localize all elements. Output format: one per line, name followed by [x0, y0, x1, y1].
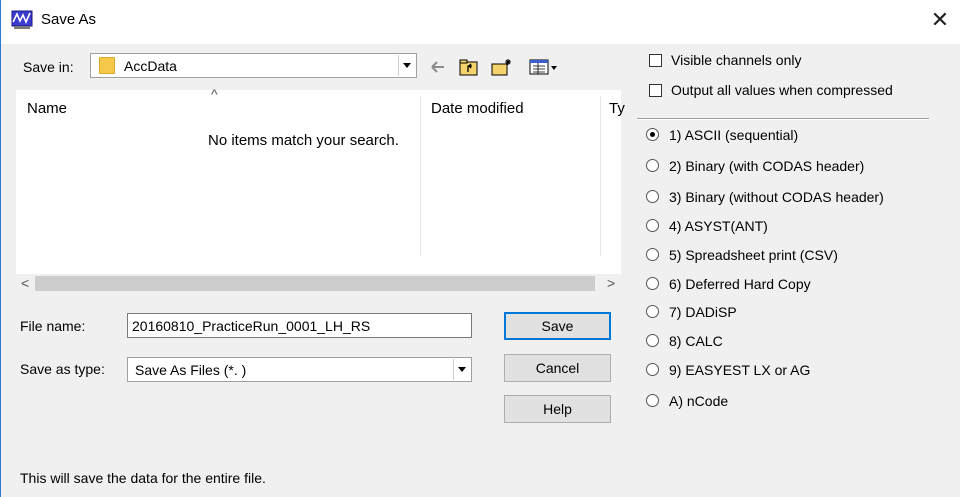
- visible-channels-label: Visible channels only: [671, 52, 802, 68]
- dropdown-arrow[interactable]: [398, 55, 415, 76]
- horizontal-scrollbar[interactable]: < >: [16, 274, 621, 293]
- help-button[interactable]: Help: [504, 395, 611, 423]
- save-button[interactable]: Save: [504, 312, 611, 340]
- chevron-down-icon: [458, 367, 466, 372]
- file-list[interactable]: Name ^ Date modified Ty No items match y…: [16, 86, 625, 293]
- save-in-label: Save in:: [23, 59, 74, 75]
- format-option-label[interactable]: 3) Binary (without CODAS header): [669, 189, 884, 205]
- format-radio-4[interactable]: [646, 219, 659, 232]
- close-button[interactable]: ✕: [929, 8, 951, 32]
- format-radio-6[interactable]: [646, 277, 659, 290]
- up-folder-icon[interactable]: [459, 58, 479, 76]
- scrollbar-thumb[interactable]: [35, 276, 595, 291]
- visible-channels-checkbox[interactable]: [649, 54, 662, 67]
- folder-icon: [99, 57, 115, 74]
- window-title: Save As: [41, 11, 97, 28]
- format-radio-5[interactable]: [646, 248, 659, 261]
- format-radio-2[interactable]: [646, 159, 659, 172]
- format-radio-3[interactable]: [646, 190, 659, 203]
- status-text: This will save the data for the entire f…: [20, 470, 266, 486]
- format-option-label[interactable]: 9) EASYEST LX or AG: [669, 362, 810, 378]
- save-as-type-label: Save as type:: [20, 361, 105, 377]
- column-header-type[interactable]: Ty: [609, 100, 625, 117]
- format-option-label[interactable]: 2) Binary (with CODAS header): [669, 158, 864, 174]
- app-icon: [11, 10, 33, 29]
- column-header-name[interactable]: Name: [27, 100, 67, 117]
- format-radio-7[interactable]: [646, 305, 659, 318]
- chevron-down-icon: [403, 63, 411, 68]
- cancel-button[interactable]: Cancel: [504, 354, 611, 382]
- back-arrow-icon[interactable]: [429, 58, 447, 76]
- output-all-values-label: Output all values when compressed: [671, 82, 893, 98]
- sort-ascending-icon: ^: [211, 86, 218, 102]
- scroll-left-icon[interactable]: <: [21, 275, 29, 291]
- save-as-type-value: Save As Files (*. ): [135, 362, 247, 378]
- radio-selected-dot: [650, 132, 655, 137]
- format-radio-8[interactable]: [646, 334, 659, 347]
- column-divider: [420, 96, 421, 256]
- format-option-label[interactable]: 8) CALC: [669, 333, 723, 349]
- title-bar: Save As ✕: [1, 0, 960, 44]
- format-option-label[interactable]: 7) DADiSP: [669, 304, 737, 320]
- empty-message: No items match your search.: [208, 132, 399, 149]
- format-radio-a[interactable]: [646, 394, 659, 407]
- format-option-label[interactable]: 5) Spreadsheet print (CSV): [669, 247, 838, 263]
- format-option-label[interactable]: 1) ASCII (sequential): [669, 127, 798, 143]
- format-radio-1[interactable]: [646, 128, 659, 141]
- save-as-type-dropdown[interactable]: Save As Files (*. ): [127, 357, 472, 382]
- new-folder-icon[interactable]: [491, 58, 513, 76]
- save-as-dialog: Save As ✕ Save in: AccData Name ^ Date m…: [0, 0, 960, 497]
- file-name-input[interactable]: [127, 313, 472, 338]
- format-option-label[interactable]: A) nCode: [669, 393, 728, 409]
- output-all-values-checkbox[interactable]: [649, 84, 662, 97]
- separator: [637, 118, 929, 120]
- format-radio-9[interactable]: [646, 363, 659, 376]
- dropdown-arrow[interactable]: [453, 359, 470, 380]
- column-divider: [600, 96, 601, 256]
- view-menu-icon[interactable]: [529, 58, 559, 76]
- save-in-value: AccData: [124, 58, 177, 74]
- save-in-dropdown[interactable]: AccData: [90, 53, 417, 78]
- file-name-label: File name:: [20, 318, 86, 334]
- column-header-date-modified[interactable]: Date modified: [431, 100, 524, 117]
- close-icon: ✕: [930, 7, 950, 32]
- scroll-right-icon[interactable]: >: [607, 275, 615, 291]
- format-option-label[interactable]: 6) Deferred Hard Copy: [669, 276, 811, 292]
- format-option-label[interactable]: 4) ASYST(ANT): [669, 218, 768, 234]
